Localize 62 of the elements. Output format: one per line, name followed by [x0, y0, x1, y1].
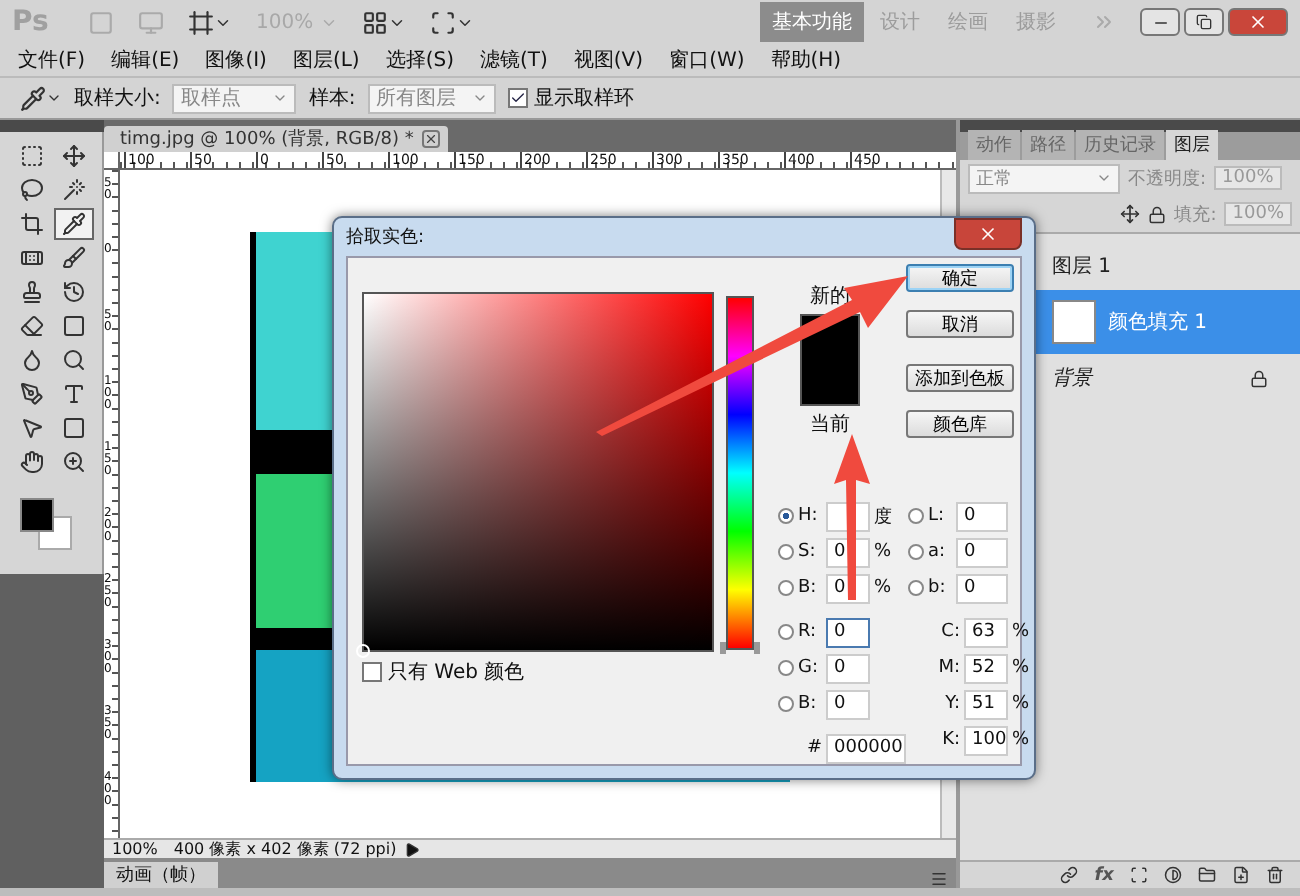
field-label: B: — [798, 578, 819, 598]
unit-label: % — [1012, 694, 1032, 714]
unit-label: % — [1012, 730, 1032, 750]
dialog-button[interactable]: 添加到色板 — [906, 364, 1014, 392]
menu-item[interactable]: 滤镜(T) — [479, 46, 548, 74]
dialog-title: 拾取实色: — [346, 225, 425, 250]
show-ring-label: 显示取样环 — [533, 85, 634, 112]
input-field[interactable]: 0 — [826, 617, 870, 647]
field-label: R: — [798, 622, 819, 642]
menu-item[interactable]: 窗口(W) — [669, 46, 745, 74]
input-field[interactable]: 52 — [964, 653, 1008, 683]
menu-item[interactable]: 帮助(H) — [770, 46, 842, 74]
fill-label: 填充: — [1174, 203, 1217, 227]
menu-item[interactable]: 图层(L) — [292, 46, 360, 74]
dialog-button[interactable]: 取消 — [906, 310, 1014, 338]
web-colors-label: 只有 Web 颜色 — [388, 659, 525, 686]
sample-size-label: 取样大小: — [74, 85, 161, 112]
field-label: b: — [928, 578, 948, 598]
field-label: L: — [928, 506, 947, 526]
field-label: K: — [940, 730, 960, 750]
new-label: 新的 — [810, 283, 850, 310]
panel-tab[interactable]: 图层 — [1166, 130, 1218, 160]
menu-item[interactable]: 视图(V) — [573, 46, 644, 74]
field-label: M: — [936, 658, 960, 678]
zoom-field[interactable]: 100% — [104, 840, 166, 858]
document-info: 400 像素 x 402 像素 (72 ppi) — [171, 838, 399, 860]
field-label: H: — [798, 506, 820, 526]
unit-label: % — [1012, 622, 1032, 642]
layer-name: 背景 — [1052, 365, 1092, 392]
unit-label: % — [874, 578, 894, 598]
field-label: B: — [798, 694, 819, 714]
input-field[interactable]: 0 — [956, 537, 1008, 567]
field-label: C: — [939, 622, 960, 642]
input-field[interactable]: 0 — [956, 573, 1008, 603]
dialog-button[interactable]: 确定 — [906, 264, 1014, 292]
input-field[interactable]: 0 — [956, 501, 1008, 531]
menu-item[interactable]: 图像(I) — [205, 46, 267, 74]
input-field[interactable]: 0 — [826, 689, 870, 719]
sample-label: 样本: — [308, 85, 356, 112]
field-label: a: — [928, 542, 948, 562]
dialog-button[interactable]: 颜色库 — [906, 410, 1014, 438]
timeline-tab[interactable]: 动画（帧） — [104, 862, 218, 888]
opacity-label: 不透明度: — [1128, 167, 1207, 191]
unit-label: 度 — [874, 505, 894, 529]
layer-style-button[interactable]: fx — [1094, 865, 1114, 885]
unit-label: % — [1012, 658, 1032, 678]
input-field[interactable]: 63 — [964, 617, 1008, 647]
menu-item[interactable]: 选择(S) — [385, 46, 454, 74]
input-field[interactable]: 51 — [964, 689, 1008, 719]
unit-label: % — [874, 542, 894, 562]
current-label: 当前 — [810, 411, 850, 438]
menu-item[interactable]: 文件(F) — [18, 46, 86, 74]
field-label: S: — [798, 542, 818, 562]
input-field[interactable]: 0 — [826, 653, 870, 683]
menu-item[interactable]: 编辑(E) — [111, 46, 180, 74]
field-label: Y: — [943, 694, 960, 714]
layer-name: 颜色填充 1 — [1108, 309, 1208, 336]
input-field[interactable]: 100 — [964, 725, 1008, 755]
hex-label: # — [804, 738, 822, 758]
field-label: G: — [798, 658, 821, 678]
hex-field[interactable]: 000000 — [826, 733, 906, 763]
document-tab[interactable]: timg.jpg @ 100% (背景, RGB/8) * — [104, 126, 448, 152]
